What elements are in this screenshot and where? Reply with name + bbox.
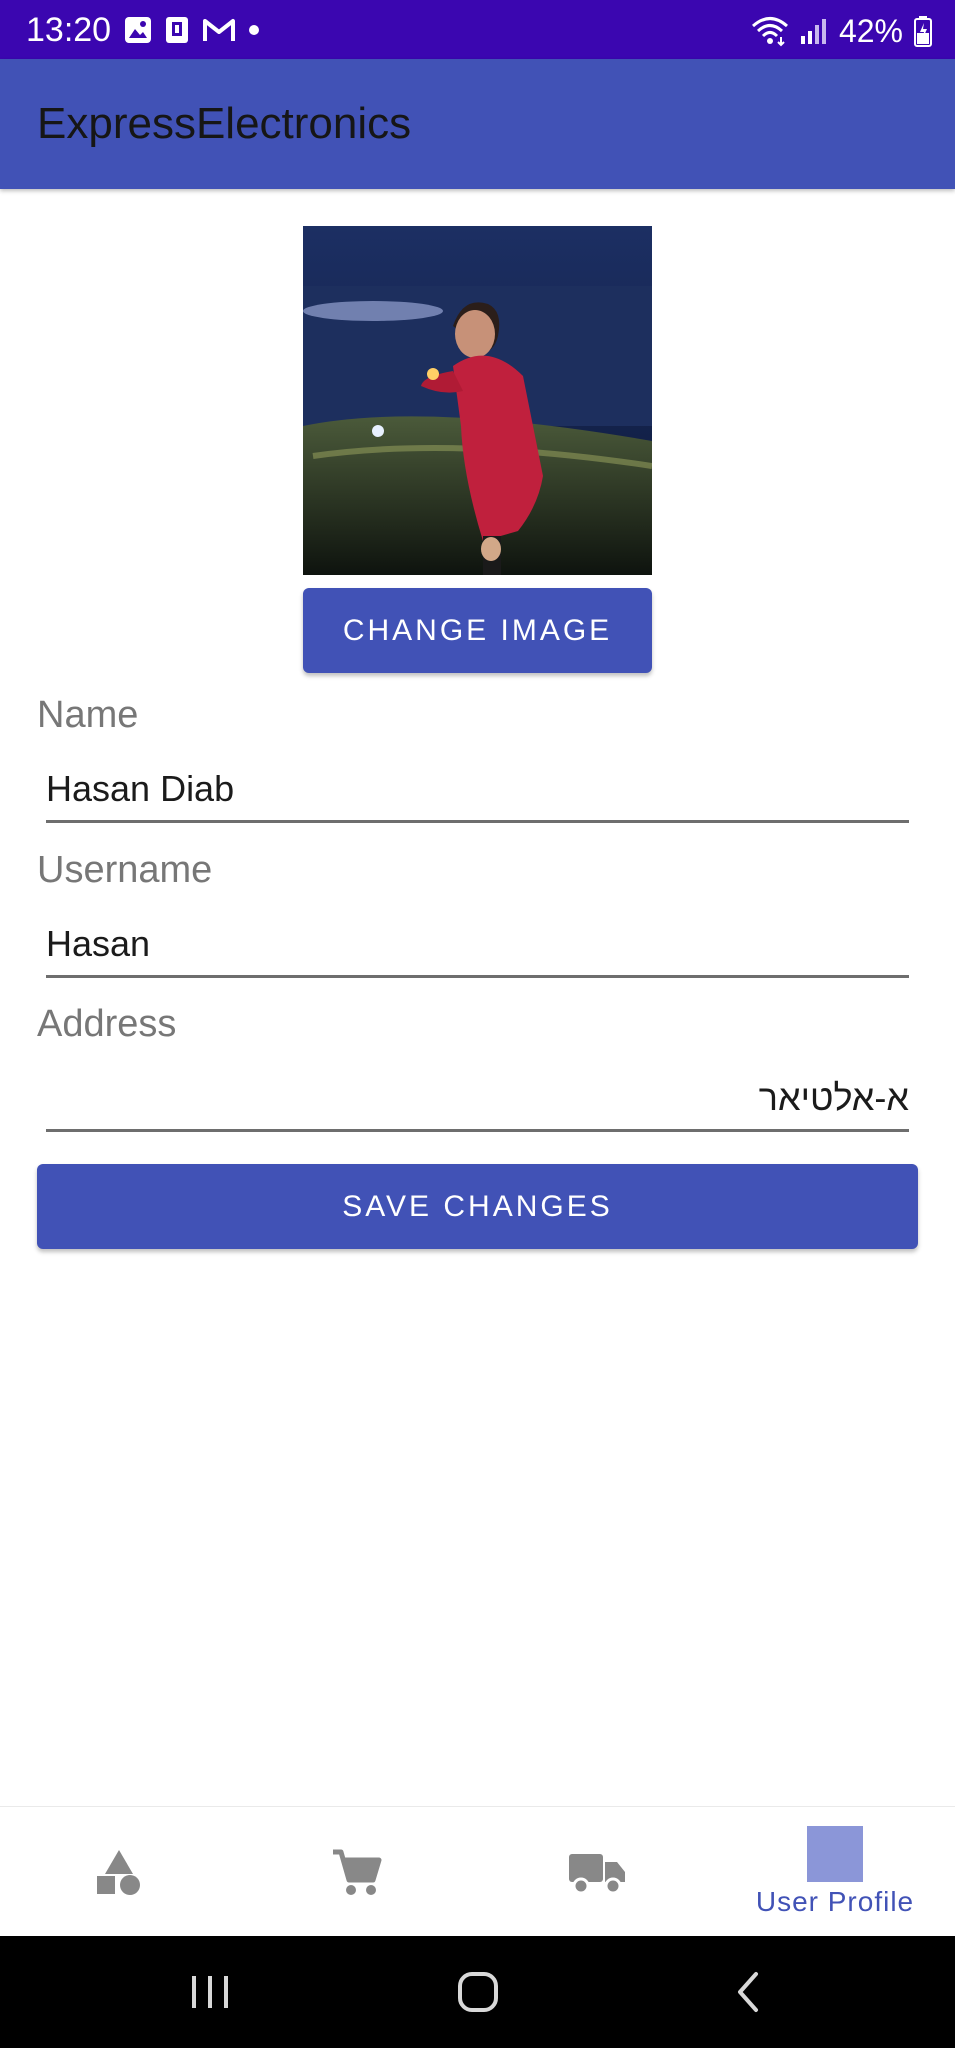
- username-value: Hasan: [46, 923, 151, 964]
- system-navigation-bar: [0, 1936, 955, 2048]
- cart-icon: [333, 1849, 382, 1895]
- delivery-truck-icon: [569, 1854, 625, 1895]
- bottom-navigation: User Profile: [0, 1806, 955, 1936]
- name-field[interactable]: Hasan Diab: [46, 753, 909, 823]
- change-image-button[interactable]: CHANGE IMAGE: [303, 588, 652, 673]
- status-time: 13:20: [26, 11, 112, 49]
- back-icon[interactable]: [732, 1970, 762, 2014]
- nav-item-categories[interactable]: [0, 1807, 238, 1937]
- gmail-icon: [203, 19, 235, 41]
- sim-icon: [166, 17, 188, 43]
- profile-photo: [303, 226, 652, 575]
- battery-percentage: 42%: [838, 13, 903, 49]
- save-changes-button[interactable]: SAVE CHANGES: [37, 1164, 918, 1249]
- home-icon[interactable]: [456, 1970, 500, 2014]
- profile-photo-image: [303, 226, 652, 575]
- address-field[interactable]: א-אלטיאר: [46, 1062, 909, 1132]
- user-profile-avatar: [807, 1826, 863, 1882]
- recents-icon[interactable]: [188, 1972, 232, 2012]
- nav-item-delivery[interactable]: [478, 1807, 716, 1937]
- app-bar: ExpressElectronics: [0, 59, 955, 189]
- battery-icon: [914, 16, 932, 47]
- address-value: א-אלטיאר: [758, 1077, 909, 1118]
- dot-icon: [249, 25, 259, 35]
- app-title: ExpressElectronics: [37, 99, 412, 148]
- nav-item-cart[interactable]: [238, 1807, 476, 1937]
- username-label: Username: [37, 849, 213, 891]
- nav-label-user-profile: User Profile: [755, 1886, 915, 1917]
- name-value: Hasan Diab: [46, 768, 235, 809]
- name-label: Name: [37, 694, 139, 736]
- address-label: Address: [37, 1003, 177, 1045]
- status-bar: 13:20 42%: [0, 0, 955, 59]
- image-icon: [125, 17, 151, 43]
- signal-icon: [800, 19, 826, 44]
- status-notification-icons: [124, 16, 260, 44]
- nav-item-user-profile[interactable]: User Profile: [716, 1807, 954, 1937]
- wifi-icon: [751, 17, 788, 47]
- categories-icon: [97, 1850, 140, 1895]
- status-system-icons: 42%: [751, 14, 933, 48]
- username-field[interactable]: Hasan: [46, 908, 909, 978]
